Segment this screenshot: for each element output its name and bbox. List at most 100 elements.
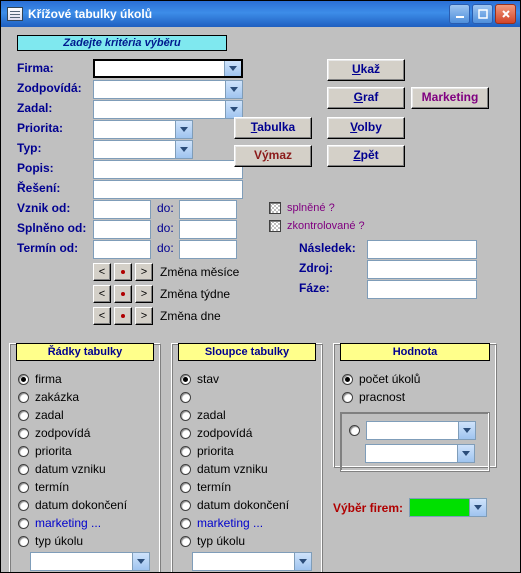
radio-icon — [180, 536, 191, 547]
label-nasledek: Následek: — [299, 241, 356, 255]
day-next-button[interactable]: > — [135, 307, 153, 325]
rows-group-title: Řádky tabulky — [16, 343, 154, 361]
radio-icon — [180, 518, 191, 529]
cols-option[interactable]: typ úkolu — [180, 534, 316, 548]
value-group: Hodnota počet úkolůpracnost — [333, 343, 497, 468]
rows-option[interactable]: firma — [18, 372, 154, 386]
cols-option[interactable] — [180, 390, 316, 404]
week-prev-button[interactable]: < — [93, 285, 111, 303]
faze-input[interactable] — [367, 280, 477, 299]
radio-icon — [18, 482, 29, 493]
termin-do-input[interactable] — [179, 240, 237, 259]
rows-option-label: typ úkolu — [35, 534, 83, 548]
rows-option-label: termín — [35, 480, 69, 494]
rows-option-label: zadal — [35, 408, 64, 422]
rows-extra-combo[interactable] — [30, 552, 150, 571]
cols-option[interactable]: termín — [180, 480, 316, 494]
splneno-do-input[interactable] — [179, 220, 237, 239]
typ-combo[interactable] — [93, 140, 193, 159]
zdroj-input[interactable] — [367, 260, 477, 279]
value-option-label: pracnost — [359, 390, 405, 404]
nasledek-input[interactable] — [367, 240, 477, 259]
firma-combo[interactable] — [93, 59, 243, 78]
rows-option-label: zakázka — [35, 390, 79, 404]
rows-option[interactable]: datum vzniku — [18, 462, 154, 476]
cols-option[interactable]: datum vzniku — [180, 462, 316, 476]
value-option[interactable]: pracnost — [342, 390, 490, 404]
radio-icon — [180, 374, 191, 385]
rows-option[interactable]: typ úkolu — [18, 534, 154, 548]
zadal-combo[interactable] — [93, 100, 243, 119]
rows-option[interactable]: priorita — [18, 444, 154, 458]
radio-icon — [349, 425, 360, 436]
vyber-firem-combo[interactable] — [409, 498, 487, 517]
cols-option-label: stav — [197, 372, 219, 386]
week-next-button[interactable]: > — [135, 285, 153, 303]
value-sub-combo-1[interactable] — [366, 421, 476, 440]
value-sub-combo-2[interactable] — [365, 444, 475, 463]
cols-extra-combo[interactable] — [192, 552, 312, 571]
day-reset-button[interactable] — [114, 307, 132, 325]
rows-option[interactable]: zadal — [18, 408, 154, 422]
label-do-2: do: — [157, 221, 174, 235]
checkbox-icon — [269, 202, 281, 214]
rows-group: Řádky tabulky firma zakázka zadal zodpovídá… — [9, 343, 161, 572]
cols-option[interactable]: zodpovídá — [180, 426, 316, 440]
value-option[interactable]: počet úkolů — [342, 372, 490, 386]
zpet-button[interactable]: Zpět — [327, 145, 405, 167]
tabulka-button[interactable]: Tabulka — [234, 117, 312, 139]
graf-button[interactable]: Graf — [327, 87, 405, 109]
popis-input[interactable] — [93, 160, 243, 179]
rows-option-label: firma — [35, 372, 62, 386]
splnene-label: splněné ? — [287, 202, 335, 214]
value-column: Hodnota počet úkolůpracnost Výběr firem: — [333, 343, 497, 572]
rows-option-label: datum dokončení — [35, 498, 127, 512]
radio-icon — [18, 536, 29, 547]
ukaz-button[interactable]: Ukaž — [327, 59, 405, 81]
month-prev-button[interactable]: < — [93, 263, 111, 281]
reseni-input[interactable] — [93, 180, 243, 199]
rows-option[interactable]: zodpovídá — [18, 426, 154, 440]
client-area: Zadejte kritéria výběru Firma: Zodpovídá… — [1, 27, 520, 572]
radio-icon — [180, 500, 191, 511]
day-prev-button[interactable]: < — [93, 307, 111, 325]
close-button[interactable] — [495, 4, 516, 24]
cols-option[interactable]: marketing ... — [180, 516, 316, 530]
radio-icon — [180, 392, 191, 403]
rows-option[interactable]: zakázka — [18, 390, 154, 404]
cols-group-title: Sloupce tabulky — [178, 343, 316, 361]
cols-option-label: priorita — [197, 444, 234, 458]
splnene-check[interactable]: splněné ? — [269, 202, 335, 214]
maximize-button[interactable] — [472, 4, 493, 24]
radio-icon — [180, 428, 191, 439]
volby-button[interactable]: Volby — [327, 117, 405, 139]
cols-option[interactable]: stav — [180, 372, 316, 386]
termin-od-input[interactable] — [93, 240, 151, 259]
month-next-button[interactable]: > — [135, 263, 153, 281]
value-option-label: počet úkolů — [359, 372, 420, 386]
priorita-combo[interactable] — [93, 120, 193, 139]
vznik-do-input[interactable] — [179, 200, 237, 219]
rows-option-label: priorita — [35, 444, 72, 458]
criteria-header: Zadejte kritéria výběru — [17, 35, 227, 51]
cols-option[interactable]: priorita — [180, 444, 316, 458]
value-sub-radio[interactable] — [349, 421, 483, 440]
cols-option[interactable]: datum dokončení — [180, 498, 316, 512]
splneno-od-input[interactable] — [93, 220, 151, 239]
vymaz-button[interactable]: Výmaz — [234, 145, 312, 167]
marketing-button[interactable]: Marketing — [411, 87, 489, 109]
rows-option[interactable]: datum dokončení — [18, 498, 154, 512]
rows-option[interactable]: termín — [18, 480, 154, 494]
rows-option[interactable]: marketing ... — [18, 516, 154, 530]
titlebar: Křížové tabulky úkolů — [1, 1, 520, 27]
cols-option[interactable]: zadal — [180, 408, 316, 422]
minimize-button[interactable] — [449, 4, 470, 24]
spin-month: < > Změna měsíce — [93, 263, 239, 281]
zodpovida-combo[interactable] — [93, 80, 243, 99]
vyber-firem-label: Výběr firem: — [333, 501, 403, 515]
zkontrolovane-check[interactable]: zkontrolované ? — [269, 220, 365, 232]
checkbox-icon — [269, 220, 281, 232]
week-reset-button[interactable] — [114, 285, 132, 303]
vznik-od-input[interactable] — [93, 200, 151, 219]
month-reset-button[interactable] — [114, 263, 132, 281]
